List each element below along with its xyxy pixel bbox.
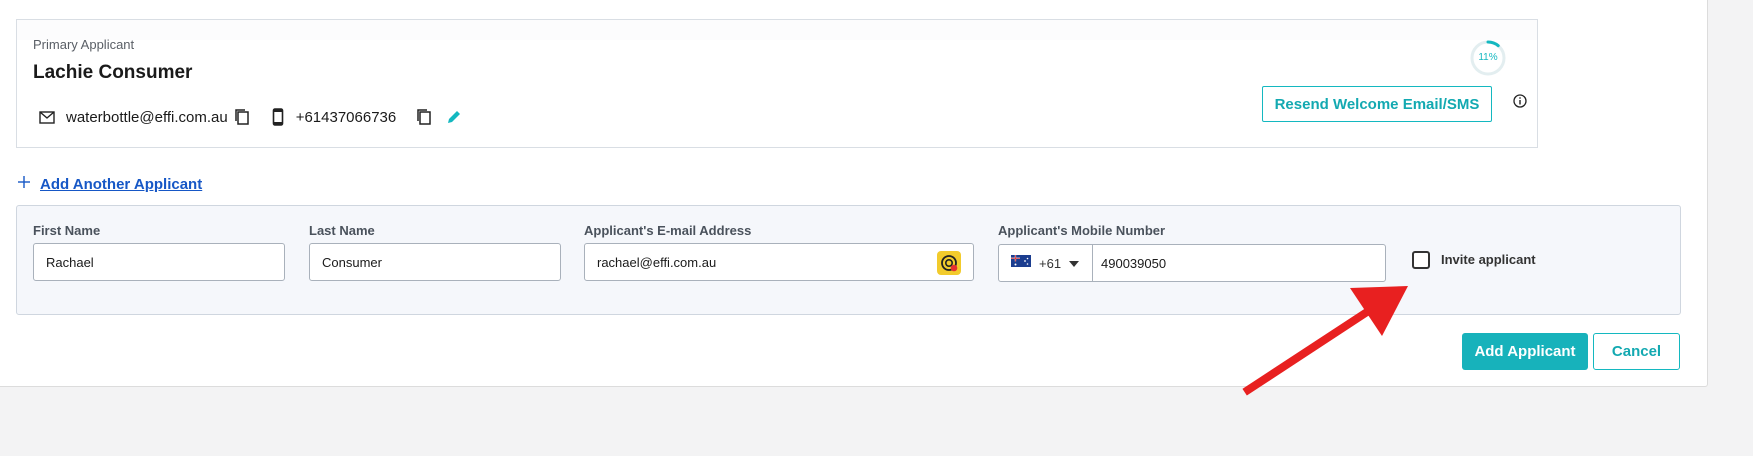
resend-welcome-button[interactable]: Resend Welcome Email/SMS — [1262, 86, 1492, 122]
au-flag-icon — [1011, 254, 1031, 272]
section-label: Primary Applicant — [33, 37, 135, 52]
country-code: +61 — [1039, 255, 1062, 271]
last-name-label: Last Name — [309, 223, 375, 238]
primary-applicant-card: Primary Applicant Lachie Consumer waterb… — [16, 19, 1538, 148]
add-another-applicant-link[interactable]: Add Another Applicant — [40, 176, 202, 193]
edit-icon[interactable] — [446, 109, 462, 125]
copy-icon[interactable] — [234, 108, 250, 126]
applicant-name: Lachie Consumer — [33, 62, 193, 83]
invite-applicant-label: Invite applicant — [1441, 252, 1536, 267]
new-applicant-form: First Name Rachael Last Name Consumer Ap… — [16, 205, 1681, 315]
invite-applicant-checkbox[interactable] — [1412, 251, 1430, 269]
phone-icon — [272, 108, 284, 126]
annotation-arrow — [1242, 286, 1408, 396]
email-text: waterbottle@effi.com.au — [66, 108, 228, 126]
info-icon[interactable] — [1513, 94, 1527, 113]
password-manager-icon[interactable] — [937, 251, 961, 280]
first-name-label: First Name — [33, 223, 101, 238]
last-name-input[interactable]: Consumer — [309, 243, 561, 281]
contact-row: waterbottle@effi.com.au +61437066736 — [39, 106, 462, 128]
add-another-applicant[interactable]: Add Another Applicant — [18, 175, 202, 193]
progress-label: 11% — [1478, 52, 1498, 63]
plus-icon — [18, 175, 30, 193]
chevron-down-icon — [1069, 254, 1080, 272]
cancel-button[interactable]: Cancel — [1593, 333, 1680, 370]
first-name-input[interactable]: Rachael — [33, 243, 285, 281]
mobile-number-input[interactable]: 490039050 — [1093, 245, 1385, 281]
email-label: Applicant's E-mail Address — [584, 223, 752, 238]
copy-icon[interactable] — [416, 108, 432, 126]
country-code-select[interactable]: +61 — [999, 245, 1093, 281]
phone-text: +61437066736 — [295, 108, 397, 126]
progress-ring: 11% — [1469, 39, 1507, 77]
mobile-input-group: +61 490039050 — [998, 244, 1386, 282]
add-applicant-button[interactable]: Add Applicant — [1462, 333, 1588, 370]
email-input[interactable]: rachael@effi.com.au — [584, 243, 974, 281]
mail-icon — [39, 110, 55, 124]
mobile-label: Applicant's Mobile Number — [998, 223, 1166, 238]
email-input-value: rachael@effi.com.au — [597, 254, 717, 270]
page-card: Primary Applicant Lachie Consumer waterb… — [0, 0, 1708, 387]
